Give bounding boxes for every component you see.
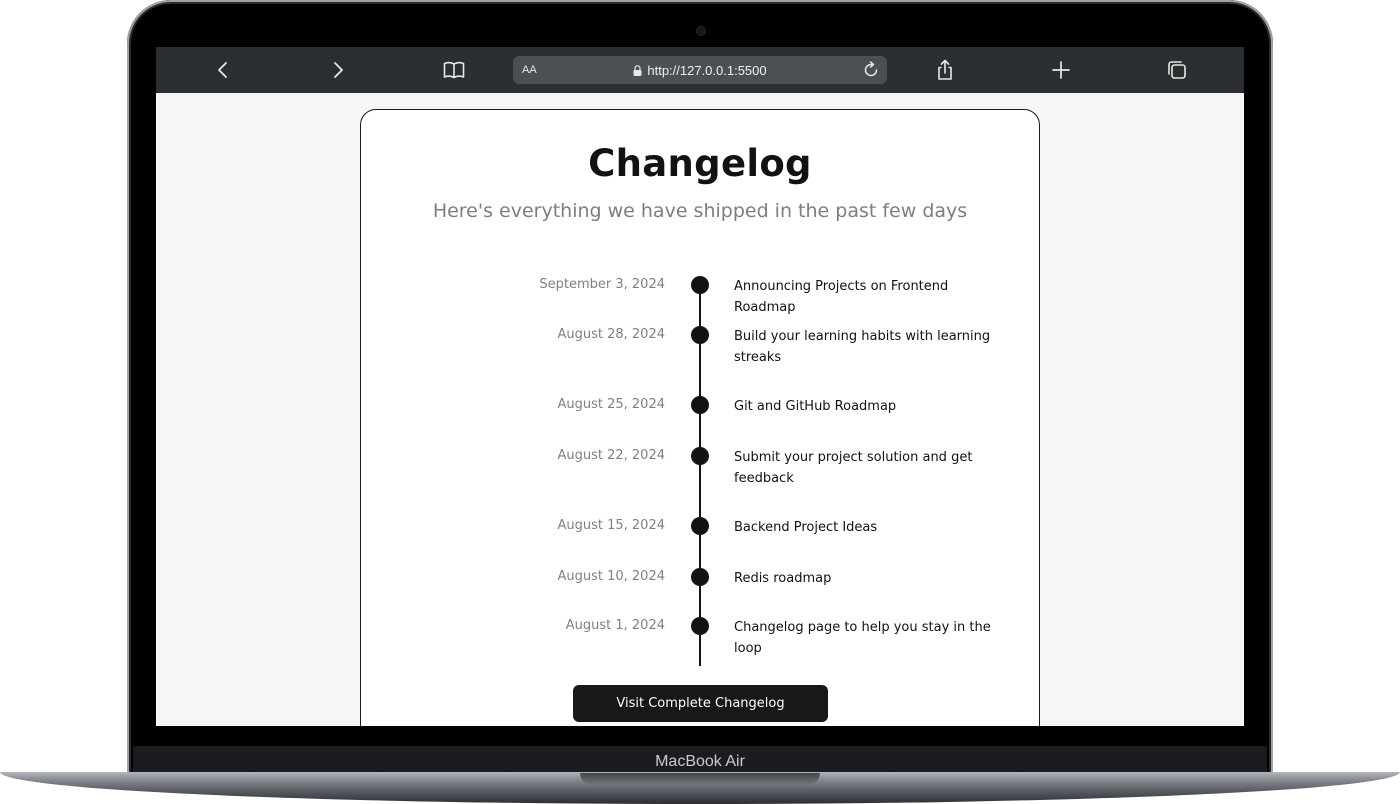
timeline-dot	[691, 517, 709, 535]
entry-title[interactable]: Changelog page to help you stay in the l…	[734, 618, 1009, 659]
chevron-left-icon	[218, 62, 227, 78]
timeline-dot	[691, 276, 709, 294]
reload-icon[interactable]	[862, 61, 880, 79]
entry-date: August 15, 2024	[557, 518, 665, 533]
entry-title[interactable]: Submit your project solution and get fee…	[734, 448, 1009, 489]
entry-date: August 10, 2024	[557, 569, 665, 584]
new-tab-button[interactable]	[1049, 58, 1073, 82]
forward-button[interactable]	[326, 58, 350, 82]
chevron-right-icon	[334, 62, 343, 78]
visit-changelog-button[interactable]: Visit Complete Changelog	[573, 685, 828, 722]
plus-icon	[1052, 61, 1070, 79]
screen: AA http://127.0.0.1:5500 Changelog Here'…	[156, 47, 1244, 726]
lock-icon	[633, 64, 642, 76]
changelog-card: Changelog Here's everything we have ship…	[360, 109, 1040, 726]
entry-date: August 25, 2024	[557, 397, 665, 412]
url-display: http://127.0.0.1:5500	[513, 56, 887, 84]
back-button[interactable]	[211, 58, 235, 82]
timeline-dot	[691, 396, 709, 414]
entry-date: August 28, 2024	[557, 327, 665, 342]
entry-title[interactable]: Backend Project Ideas	[734, 518, 1009, 539]
entry-date: August 1, 2024	[565, 618, 665, 633]
entry-title[interactable]: Git and GitHub Roadmap	[734, 397, 1009, 418]
page-subtitle: Here's everything we have shipped in the…	[432, 200, 968, 222]
book-icon	[443, 61, 465, 79]
laptop-notch	[580, 773, 820, 785]
address-bar[interactable]: AA http://127.0.0.1:5500	[513, 56, 887, 84]
timeline-dot	[691, 326, 709, 344]
page-title: Changelog	[588, 142, 812, 185]
timeline-dot	[691, 617, 709, 635]
bookmarks-button[interactable]	[442, 58, 466, 82]
browser-toolbar: AA http://127.0.0.1:5500	[156, 47, 1244, 93]
tabs-overview-button[interactable]	[1165, 58, 1189, 82]
share-button[interactable]	[933, 58, 957, 82]
url-text: http://127.0.0.1:5500	[647, 62, 767, 78]
entry-title[interactable]: Redis roadmap	[734, 569, 1009, 590]
timeline-dot	[691, 447, 709, 465]
tabs-icon	[1168, 61, 1186, 79]
timeline-dot	[691, 568, 709, 586]
entry-date: September 3, 2024	[539, 277, 665, 292]
share-icon	[938, 59, 952, 80]
webcam	[697, 27, 705, 35]
entry-date: August 22, 2024	[557, 448, 665, 463]
entry-title[interactable]: Announcing Projects on Frontend Roadmap	[734, 277, 1009, 318]
entry-title[interactable]: Build your learning habits with learning…	[734, 327, 1009, 368]
